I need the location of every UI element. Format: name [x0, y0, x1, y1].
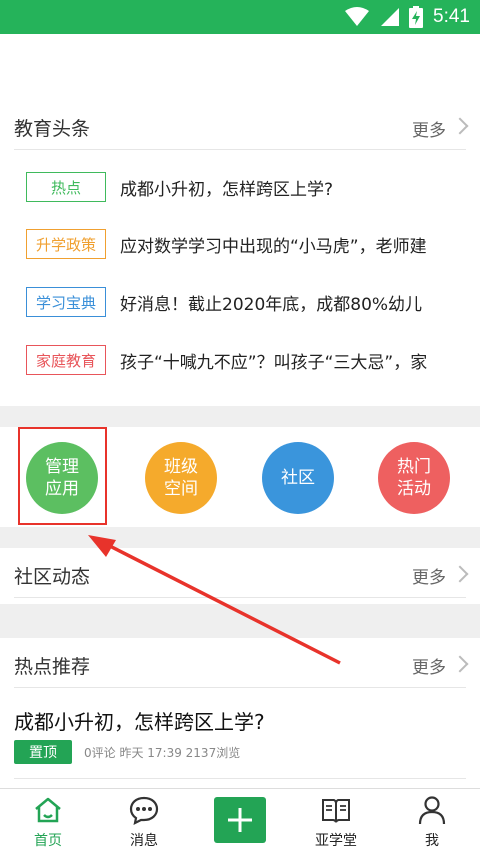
message-bubble-icon — [129, 796, 159, 825]
nav-me[interactable]: 我 — [392, 789, 472, 853]
nav-messages[interactable]: 消息 — [104, 789, 184, 853]
bottom-nav: 首页 消息 亚学堂 我 — [0, 788, 480, 853]
nav-home[interactable]: 首页 — [8, 789, 88, 853]
nav-yaxuetang-label: 亚学堂 — [315, 833, 357, 849]
nav-yaxuetang[interactable]: 亚学堂 — [296, 789, 376, 853]
user-icon — [418, 796, 446, 825]
home-icon — [35, 797, 61, 823]
nav-home-label: 首页 — [34, 833, 62, 849]
plus-icon — [228, 808, 252, 832]
nav-me-label: 我 — [425, 833, 439, 849]
nav-messages-label: 消息 — [130, 833, 158, 849]
add-post-button[interactable] — [214, 797, 266, 843]
annotation-arrow — [88, 535, 341, 665]
book-icon — [322, 799, 350, 823]
